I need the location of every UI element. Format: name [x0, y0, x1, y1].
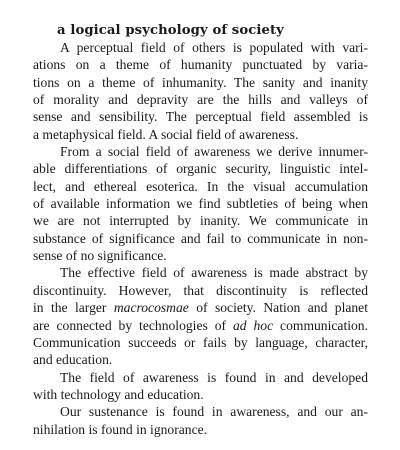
- document-page: a logical psychology of society A percep…: [33, 22, 368, 438]
- italic-term: ad hoc: [232, 317, 274, 333]
- text-line: substance of significance and fail to co…: [33, 230, 368, 246]
- text-line: sense and sensibility. The perceptual fi…: [33, 109, 368, 125]
- text-line: The field of awareness is found in and d…: [60, 369, 368, 385]
- text-line: discontinuity. However, that discontinui…: [33, 282, 368, 298]
- text-line: and education.: [33, 352, 113, 368]
- text-line: of morality and depravity are the hills …: [33, 92, 368, 108]
- paragraph: Our sustenance is found in awareness, an…: [33, 403, 368, 438]
- text-line: Communication succeeds or fails by langu…: [33, 334, 368, 350]
- text-line: ations on a theme of humanity punctuated…: [33, 57, 368, 73]
- text-line: From a social field of awareness we deri…: [60, 144, 368, 160]
- text-line: tions on a theme of inhumanity. The sani…: [33, 74, 368, 90]
- paragraph: A perceptual field of others is populate…: [33, 39, 368, 143]
- text-line: A perceptual field of others is populate…: [60, 40, 368, 55]
- text-line: Our sustenance is found in awareness, an…: [60, 404, 368, 420]
- paragraph: From a social field of awareness we deri…: [33, 143, 368, 264]
- text-line: are connected by technologies of ad hoc …: [33, 317, 368, 333]
- text-line: sense of no significance.: [33, 248, 167, 264]
- section-title: a logical psychology of society: [57, 23, 284, 38]
- text-line: a metaphysical field. A social field of …: [33, 126, 299, 142]
- document-body: A perceptual field of others is populate…: [33, 39, 368, 438]
- text-line: The effective field of awareness is made…: [60, 265, 368, 281]
- text-line: in the larger macrocosmae of society. Na…: [33, 300, 368, 316]
- text-line: nihilation is found in ignorance.: [33, 421, 208, 437]
- text-line: of available information we find subtlet…: [33, 196, 368, 212]
- italic-term: macrocosmae: [113, 300, 189, 316]
- paragraph: The field of awareness is found in and d…: [33, 369, 368, 404]
- text-line: with technology and education.: [33, 386, 204, 402]
- text-line: we are not interrupted by inanity. We co…: [33, 213, 368, 229]
- text-line: able differentiations of organic securit…: [33, 161, 368, 177]
- paragraph: The effective field of awareness is made…: [33, 264, 368, 368]
- text-line: lect, and ethereal esoterica. In the vis…: [33, 178, 368, 194]
